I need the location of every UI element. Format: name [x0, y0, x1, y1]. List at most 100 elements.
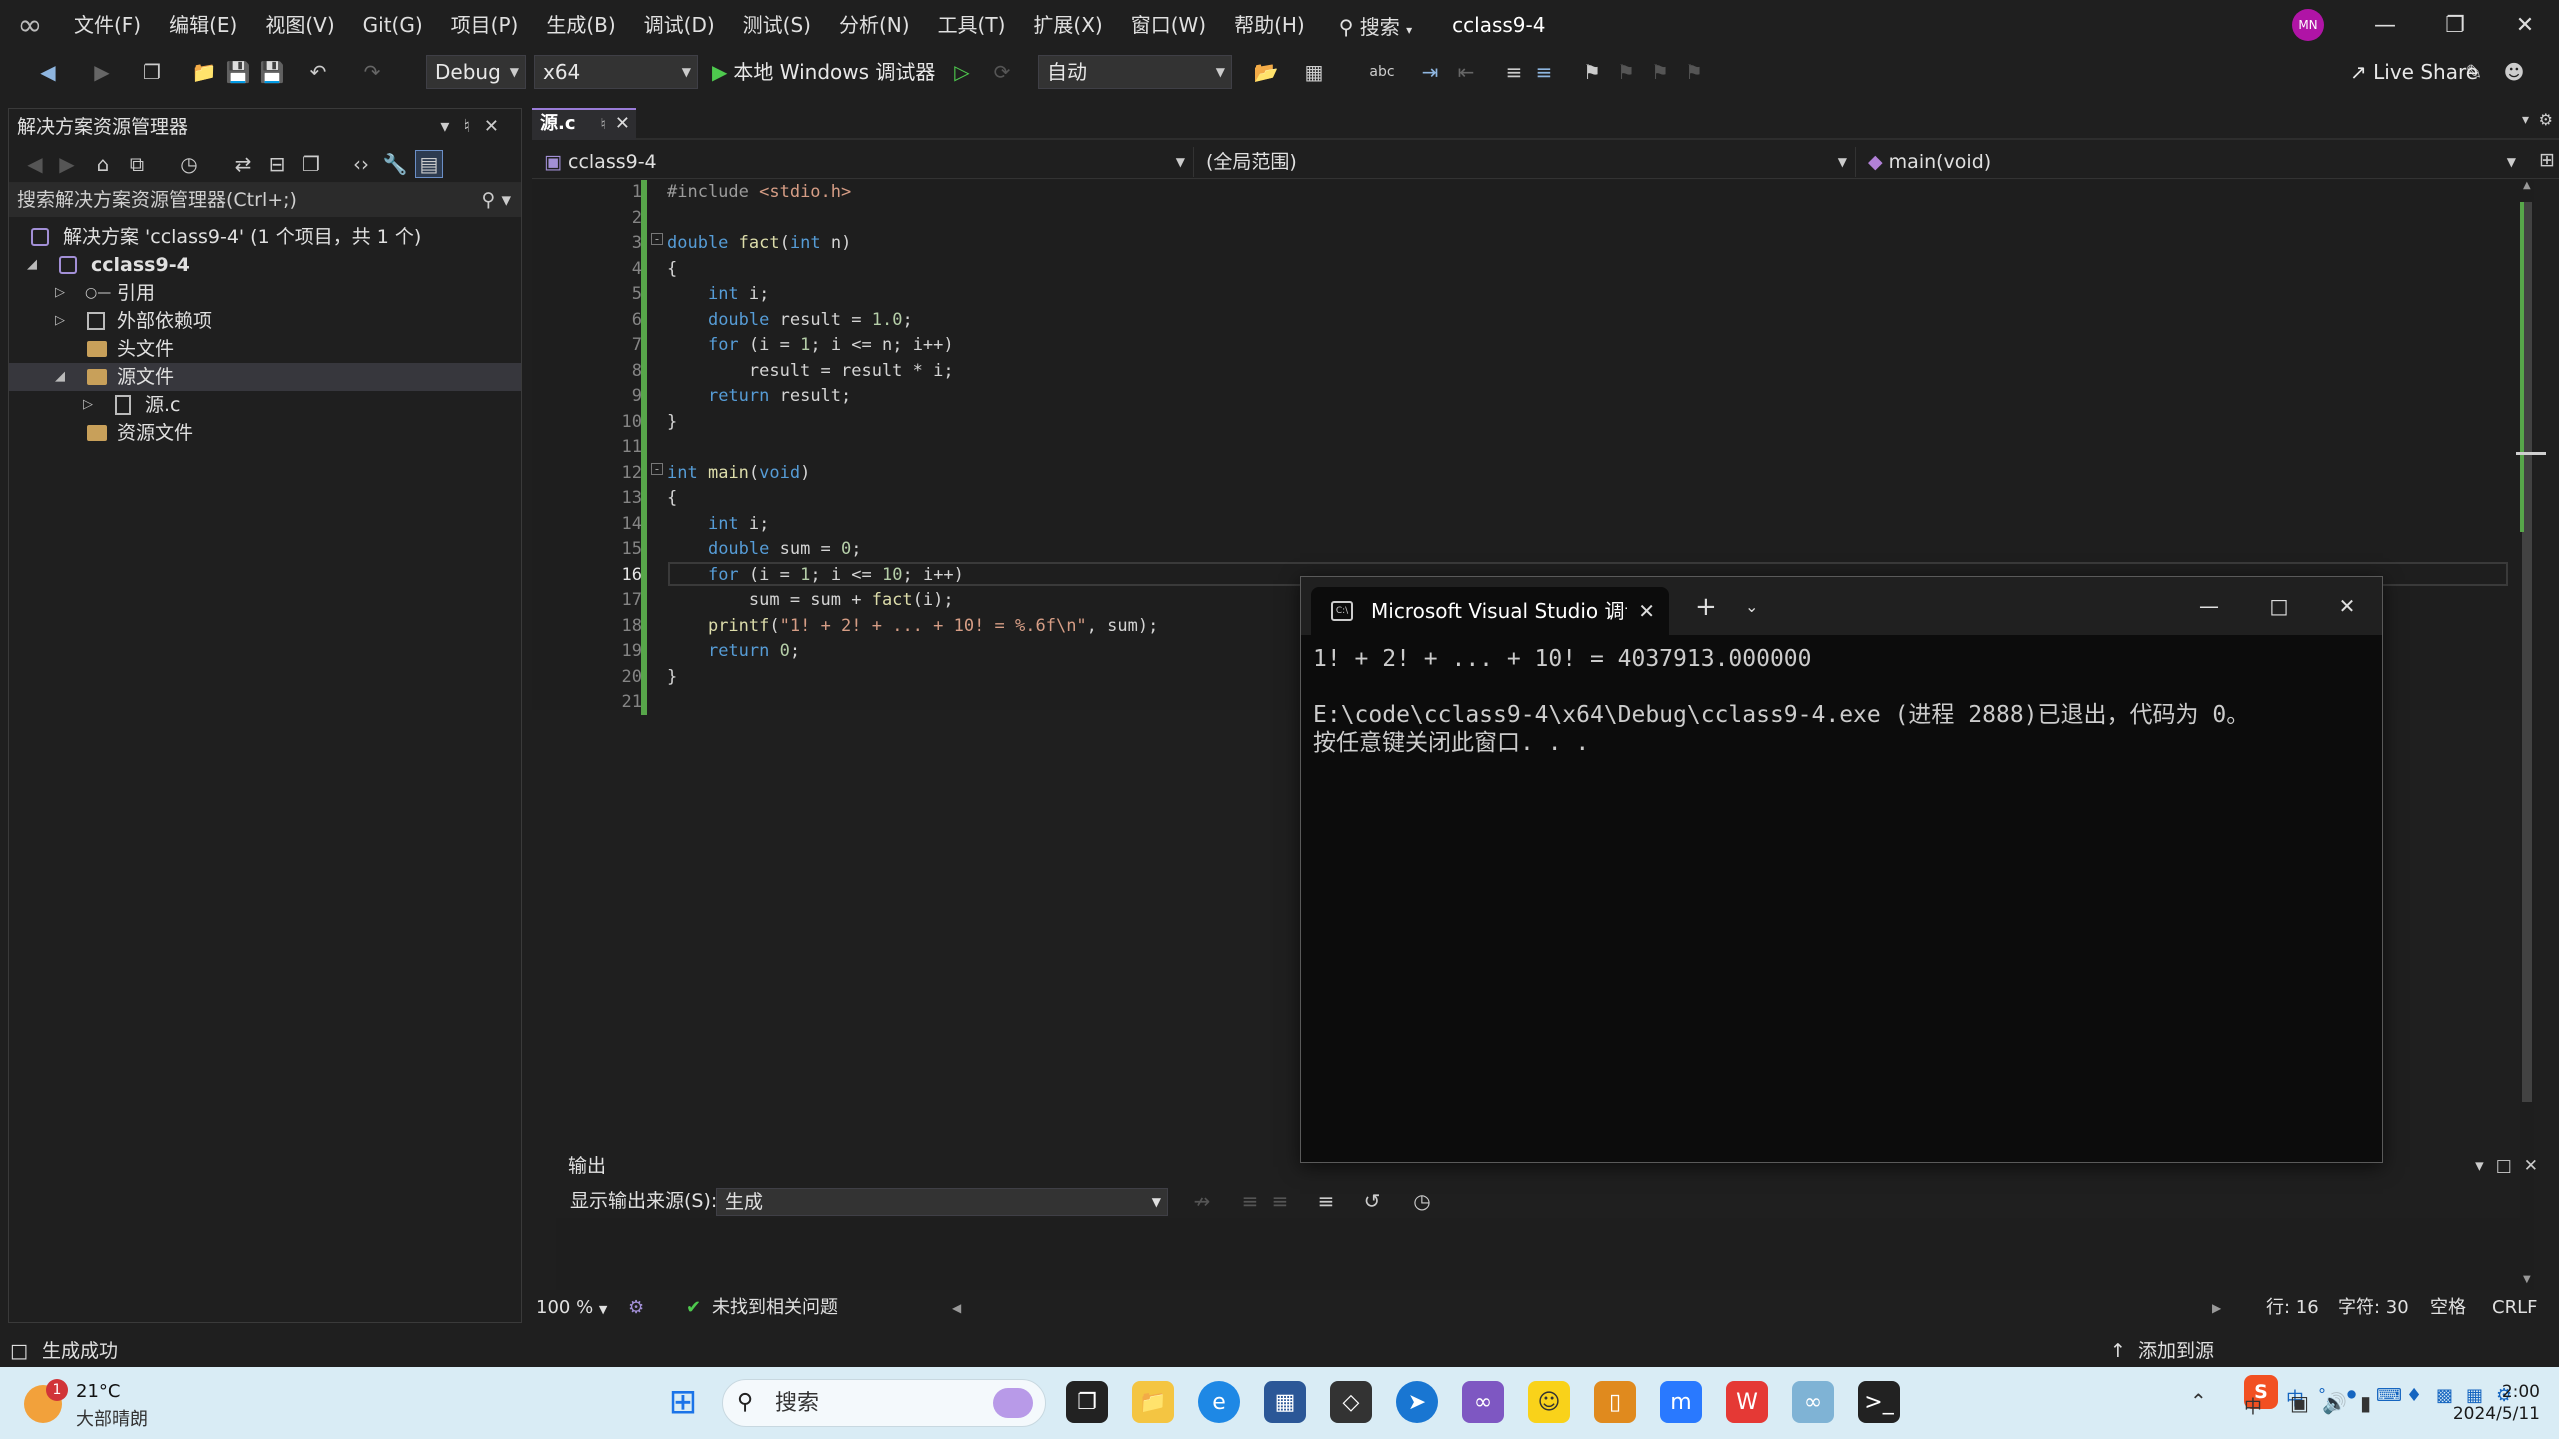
tree-item-resource-files[interactable]: 资源文件	[9, 419, 521, 447]
issues-status[interactable]: 未找到相关问题	[712, 1292, 838, 1324]
pin-icon[interactable]: ♮	[601, 110, 606, 138]
tree-item-project[interactable]: ◢ cclass9-4	[9, 251, 521, 279]
eol-indicator[interactable]: CRLF	[2492, 1292, 2537, 1324]
tree-item-external-deps[interactable]: ▷ 外部依赖项	[9, 307, 521, 335]
goto-location-icon[interactable]: ↛	[1188, 1187, 1216, 1215]
close-icon[interactable]: ✕	[2524, 1156, 2550, 1176]
debug-console-window[interactable]: C:\ Microsoft Visual Studio 调试 ✕ + ⌄ — □…	[1300, 576, 2383, 1163]
visual-studio-logo-icon[interactable]: ∞	[0, 0, 60, 50]
redo-icon[interactable]: ↷	[358, 58, 386, 86]
restore-button[interactable]: ❐	[2420, 0, 2490, 50]
next-message-icon[interactable]: ≡	[1266, 1187, 1294, 1215]
close-icon[interactable]: ✕	[484, 116, 513, 137]
tree-item-header-files[interactable]: 头文件	[9, 335, 521, 363]
gear-icon[interactable]: ⚙	[2539, 110, 2553, 129]
menu-view[interactable]: 视图(V)	[251, 0, 348, 50]
browser-app-icon[interactable]: ∞	[1792, 1381, 1834, 1423]
clear-all-icon[interactable]: ≡	[1312, 1187, 1340, 1215]
comment-icon[interactable]: ≡	[1530, 58, 1558, 86]
console-tab[interactable]: C:\ Microsoft Visual Studio 调试 ✕	[1311, 587, 1669, 635]
keyboard-icon[interactable]: ⌨	[2376, 1385, 2402, 1406]
close-icon[interactable]: ✕	[615, 110, 630, 138]
scroll-down-icon[interactable]: ▼	[2523, 1274, 2531, 1285]
config-select[interactable]: Debug ▼	[426, 55, 526, 89]
wps-icon[interactable]: W	[1726, 1381, 1768, 1423]
task-view-icon[interactable]: ❐	[1066, 1381, 1108, 1423]
menu-window[interactable]: 窗口(W)	[1117, 0, 1220, 50]
visual-studio-icon[interactable]: ∞	[1462, 1381, 1504, 1423]
paper-app-icon[interactable]: ☺	[1528, 1381, 1570, 1423]
add-to-source-control-button[interactable]: ↑ 添加到源	[2110, 1335, 2214, 1367]
feishu-icon[interactable]: ➤	[1396, 1381, 1438, 1423]
clear-bookmarks-icon[interactable]: ⚑	[1680, 58, 1708, 86]
ime-mode-icon[interactable]: 中	[2244, 1393, 2262, 1419]
prev-bookmark-icon[interactable]: ⚑	[1612, 58, 1640, 86]
menu-git[interactable]: Git(G)	[349, 0, 437, 50]
menu-extensions[interactable]: 扩展(X)	[1019, 0, 1116, 50]
start-without-debugging-icon[interactable]: ▷	[948, 58, 976, 86]
start-debugging-button[interactable]: ▶ 本地 Windows 调试器	[712, 55, 935, 89]
window-options-icon[interactable]: ▾	[440, 116, 463, 137]
console-close-button[interactable]: ✕	[2313, 577, 2381, 635]
store-icon[interactable]: ▦	[1264, 1381, 1306, 1423]
home-icon[interactable]: ⌂	[89, 150, 117, 178]
close-tab-icon[interactable]: ✕	[1638, 587, 1655, 635]
solution-search-input[interactable]: 搜索解决方案资源管理器(Ctrl+;) ⚲ ▾	[9, 183, 521, 217]
console-maximize-button[interactable]: □	[2245, 577, 2313, 635]
preview-icon[interactable]: ▤	[415, 150, 443, 178]
menu-tools[interactable]: 工具(T)	[924, 0, 1020, 50]
scroll-up-icon[interactable]: ▲	[2523, 180, 2531, 191]
platform-select[interactable]: x64 ▼	[534, 55, 698, 89]
slides-app-icon[interactable]: ▯	[1594, 1381, 1636, 1423]
target-select[interactable]: 自动 ▼	[1038, 55, 1232, 89]
spellcheck-icon[interactable]: abc	[1368, 58, 1396, 86]
scroll-right-icon[interactable]: ▶	[2212, 1292, 2221, 1324]
menu-debug[interactable]: 调试(D)	[630, 0, 729, 50]
undo-icon[interactable]: ↶	[304, 58, 332, 86]
menu-edit[interactable]: 编辑(E)	[155, 0, 251, 50]
tab-source-c[interactable]: 源.c ♮ ✕	[532, 108, 636, 140]
battery-icon[interactable]: ▮	[2360, 1391, 2371, 1415]
notification-icon[interactable]: □	[10, 1340, 28, 1362]
tree-item-references[interactable]: ▷ ○— 引用	[9, 279, 521, 307]
word-wrap-icon[interactable]: ↺	[1358, 1187, 1386, 1215]
step-icon[interactable]: ⇥	[1416, 58, 1444, 86]
indent-icon[interactable]: ≡	[1500, 58, 1528, 86]
code-view-icon[interactable]: ‹›	[347, 150, 375, 178]
start-windows-icon[interactable]: ⊞	[662, 1381, 704, 1423]
meeting-app-icon[interactable]: m	[1660, 1381, 1702, 1423]
close-button[interactable]: ✕	[2490, 0, 2559, 50]
vertical-scrollbar[interactable]: ▲ ▼	[2516, 180, 2546, 1290]
tab-list-icon[interactable]: ▾	[2522, 112, 2529, 128]
taskbar-clock[interactable]: 2:00 2024/5/11	[2430, 1381, 2540, 1425]
file-explorer-icon[interactable]: 📁	[1132, 1381, 1174, 1423]
pending-changes-icon[interactable]: ◷	[175, 150, 203, 178]
pin-icon[interactable]: ♮	[463, 116, 483, 137]
output-source-select[interactable]: 生成 ▼	[716, 1188, 1168, 1216]
forward-icon[interactable]: ▶	[88, 58, 116, 86]
char-indicator[interactable]: 字符: 30	[2338, 1292, 2409, 1324]
show-all-files-icon[interactable]: ❐	[297, 150, 325, 178]
clock-icon[interactable]: ◷	[1408, 1187, 1436, 1215]
tab-dropdown-icon[interactable]: ⌄	[1745, 587, 1758, 627]
collapse-icon[interactable]: -	[651, 233, 663, 245]
browse-folder-icon[interactable]: 📂	[1252, 58, 1280, 86]
weather-widget[interactable]: 1 21°C 大部晴朗	[24, 1379, 194, 1430]
previous-message-icon[interactable]: ≡	[1236, 1187, 1264, 1215]
save-all-icon[interactable]: 💾	[258, 58, 286, 86]
live-share-button[interactable]: ↗ Live Share	[2350, 55, 2478, 89]
back-icon[interactable]: ◀	[21, 150, 49, 178]
maximize-icon[interactable]: □	[2496, 1156, 2524, 1176]
person-icon[interactable]: ☻	[2500, 58, 2528, 86]
zoom-select[interactable]: 100 % ▼	[536, 1292, 607, 1326]
line-indicator[interactable]: 行: 16	[2266, 1292, 2319, 1324]
tree-item-source-files[interactable]: ◢ 源文件	[9, 363, 521, 391]
member-nav-select[interactable]: ◆ main(void) ▼	[1862, 147, 2524, 177]
console-minimize-button[interactable]: —	[2175, 577, 2243, 635]
tree-item-source-c[interactable]: ▷ 源.c	[9, 391, 521, 419]
indent-indicator[interactable]: 空格	[2430, 1292, 2466, 1324]
layout-icon[interactable]: ▦	[1300, 58, 1328, 86]
terminal-icon[interactable]: >_	[1858, 1381, 1900, 1423]
window-options-icon[interactable]: ▾	[2475, 1156, 2496, 1176]
unity-icon[interactable]: ◇	[1330, 1381, 1372, 1423]
